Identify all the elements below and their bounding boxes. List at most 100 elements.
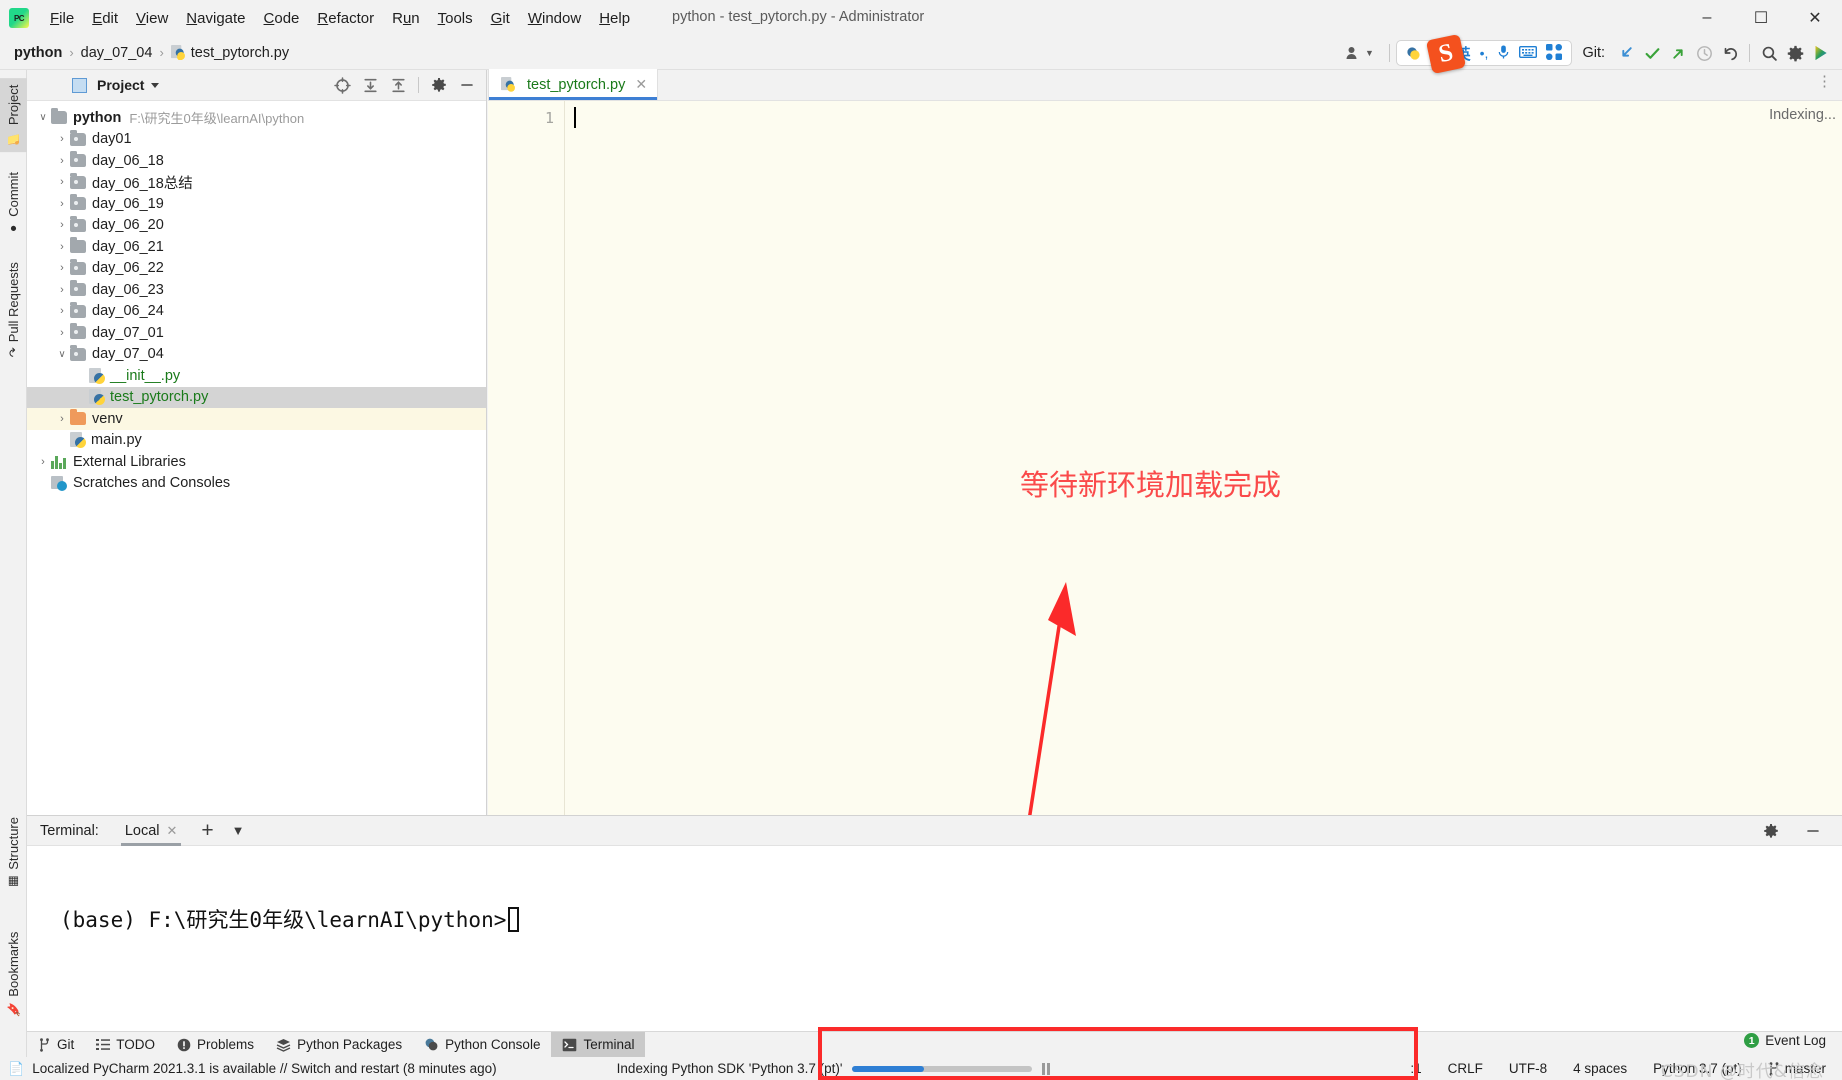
caret-position[interactable]: :1 [1410, 1061, 1421, 1076]
maximize-button[interactable]: ☐ [1734, 0, 1788, 36]
tree-row[interactable]: › day_06_19 [27, 193, 486, 215]
sidebar-item-bookmarks[interactable]: 🔖 Bookmarks [0, 925, 27, 1024]
chevron-right-icon[interactable]: › [54, 133, 70, 145]
settings-gear-icon[interactable] [1782, 40, 1808, 66]
tree-row[interactable]: › day01 [27, 129, 486, 151]
menu-file[interactable]: File [41, 7, 83, 30]
tree-row[interactable]: › day_06_18总结 [27, 172, 486, 194]
user-account-button[interactable]: ▼ [1336, 45, 1383, 61]
menu-edit[interactable]: Edit [83, 7, 127, 30]
microphone-icon[interactable] [1497, 44, 1510, 63]
tree-row[interactable]: › day_07_01 [27, 322, 486, 344]
git-push-icon[interactable] [1665, 40, 1691, 66]
line-separator[interactable]: CRLF [1448, 1061, 1483, 1076]
terminal-body[interactable]: (base) F:\研究生0年级\learnAI\python> [27, 846, 1842, 1031]
sidebar-item-commit[interactable]: ● Commit [0, 165, 27, 243]
toolwindow-button-git[interactable]: Git [27, 1032, 85, 1058]
toolbox-icon[interactable] [1546, 43, 1563, 63]
tree-row[interactable]: › day_06_24 [27, 301, 486, 323]
chevron-right-icon[interactable]: › [54, 262, 70, 274]
new-terminal-tab-button[interactable]: + [201, 819, 213, 843]
git-history-icon[interactable] [1691, 40, 1717, 66]
minimize-button[interactable]: – [1680, 0, 1734, 36]
close-icon[interactable]: ✕ [635, 76, 647, 93]
hide-project-panel-icon[interactable] [454, 72, 480, 98]
git-commit-icon[interactable] [1639, 40, 1665, 66]
chevron-right-icon[interactable]: › [35, 456, 51, 468]
terminal-tab-local[interactable]: Local ✕ [120, 815, 182, 846]
collapse-all-icon[interactable] [385, 72, 411, 98]
git-rollback-icon[interactable] [1717, 40, 1743, 66]
chevron-down-icon[interactable] [151, 82, 160, 88]
tree-row[interactable]: › day_06_21 [27, 236, 486, 258]
toolwindow-button-python-packages[interactable]: Python Packages [265, 1032, 413, 1058]
toolwindow-button-terminal[interactable]: Terminal [551, 1031, 646, 1058]
menu-run[interactable]: Run [383, 7, 429, 30]
editor-options-kebab-icon[interactable]: ⋮ [1817, 74, 1832, 89]
keyboard-icon[interactable] [1519, 45, 1538, 62]
indent-setting[interactable]: 4 spaces [1573, 1061, 1627, 1076]
git-update-project-icon[interactable] [1613, 40, 1639, 66]
menu-window[interactable]: Window [519, 7, 590, 30]
hide-terminal-icon[interactable] [1800, 818, 1826, 844]
run-anything-icon[interactable] [1808, 40, 1834, 66]
chevron-right-icon[interactable]: › [54, 219, 70, 231]
menu-help[interactable]: Help [590, 7, 639, 30]
project-tree[interactable]: ∨ python F:\研究生0年级\learnAI\python › day01 › da… [27, 101, 486, 494]
chevron-right-icon[interactable]: › [54, 241, 70, 253]
tab-test-pytorch[interactable]: test_pytorch.py ✕ [488, 69, 659, 100]
tree-row[interactable]: test_pytorch.py [27, 386, 486, 408]
sidebar-item-pull-requests[interactable]: ↷ Pull Requests [0, 255, 27, 364]
sidebar-item-project[interactable]: 📁 Project [0, 78, 27, 153]
chevron-down-icon[interactable]: ∨ [35, 112, 51, 123]
toolwindow-button-problems[interactable]: Problems [166, 1032, 265, 1058]
tree-row[interactable]: › day_06_23 [27, 279, 486, 301]
ime-punctuation-icon[interactable]: •, [1480, 45, 1489, 61]
toolwindow-button-python-console[interactable]: Python Console [413, 1032, 551, 1058]
event-log-button[interactable]: 1 Event Log [1744, 1033, 1826, 1048]
terminal-dropdown-icon[interactable]: ▼ [232, 823, 245, 838]
chevron-right-icon[interactable]: › [54, 284, 70, 296]
menu-tools[interactable]: Tools [429, 7, 482, 30]
tree-row[interactable]: › venv [27, 408, 486, 430]
menu-code[interactable]: Code [255, 7, 309, 30]
status-notification-text[interactable]: Localized PyCharm 2021.3.1 is available … [32, 1061, 496, 1076]
breadcrumb-folder[interactable]: day_07_04 [81, 45, 153, 61]
chevron-right-icon[interactable]: › [54, 413, 70, 425]
tree-row[interactable]: › day_06_22 [27, 258, 486, 280]
tree-row[interactable]: __init__.py [27, 365, 486, 387]
close-icon[interactable]: ✕ [167, 823, 178, 839]
tree-row[interactable]: › External Libraries [27, 451, 486, 473]
notification-icon[interactable]: 📄 [8, 1061, 24, 1077]
menu-navigate[interactable]: Navigate [177, 7, 254, 30]
file-encoding[interactable]: UTF-8 [1509, 1061, 1547, 1076]
chevron-right-icon[interactable]: › [54, 176, 70, 188]
tree-row[interactable]: Scratches and Consoles [27, 473, 486, 495]
tree-row[interactable]: ∨ day_07_04 [27, 344, 486, 366]
menu-view[interactable]: View [127, 7, 177, 30]
tree-row[interactable]: ∨ python F:\研究生0年级\learnAI\python [27, 107, 486, 129]
menu-refactor[interactable]: Refactor [308, 7, 383, 30]
close-button[interactable]: ✕ [1788, 0, 1842, 36]
chevron-right-icon[interactable]: › [54, 305, 70, 317]
tree-row[interactable]: › day_06_20 [27, 215, 486, 237]
tree-row[interactable]: main.py [27, 430, 486, 452]
chevron-right-icon[interactable]: › [54, 155, 70, 167]
chevron-right-icon[interactable]: › [54, 327, 70, 339]
breadcrumb-project[interactable]: python [14, 45, 62, 61]
menu-git[interactable]: Git [482, 7, 519, 30]
tree-row[interactable]: › day_06_18 [27, 150, 486, 172]
search-everywhere-icon[interactable] [1756, 40, 1782, 66]
select-opened-file-icon[interactable] [329, 72, 355, 98]
code-editor[interactable]: 1 Indexing... [488, 101, 1842, 815]
chevron-down-icon[interactable]: ∨ [54, 349, 70, 360]
expand-all-icon[interactable] [357, 72, 383, 98]
pause-icon[interactable] [1042, 1062, 1050, 1075]
toolwindow-button-todo[interactable]: TODO [85, 1032, 166, 1058]
breadcrumb-file[interactable]: test_pytorch.py [170, 44, 289, 61]
project-settings-gear-icon[interactable] [426, 72, 452, 98]
terminal-settings-gear-icon[interactable] [1758, 818, 1784, 844]
ime-toolbar[interactable]: te 英 •, S [1395, 33, 1573, 75]
chevron-right-icon[interactable]: › [54, 198, 70, 210]
sidebar-item-structure[interactable]: ▦ Structure [0, 810, 27, 896]
